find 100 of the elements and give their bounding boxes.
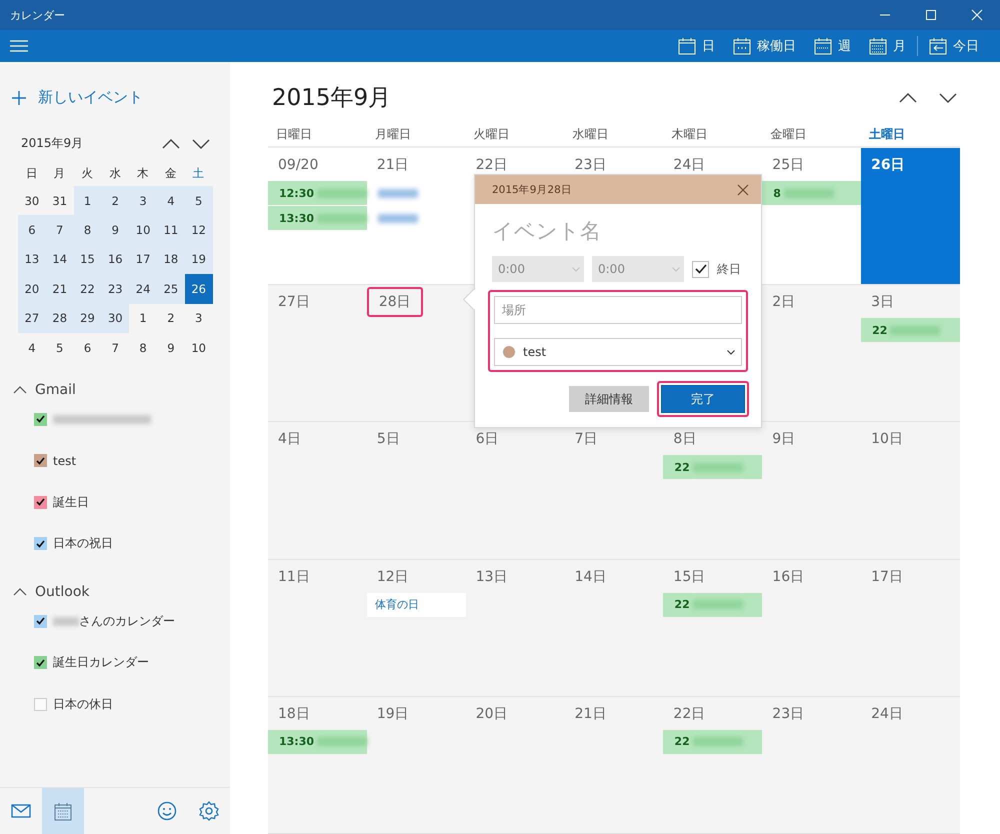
mini-calendar-day[interactable]: 22 [74,274,102,304]
day-number[interactable]: 5日 [368,428,409,450]
event-chip[interactable]: 22 [861,318,960,342]
event-chip[interactable]: 13:30 [268,206,367,230]
mini-calendar-day[interactable]: 26 [184,274,213,304]
day-number[interactable]: 24日 [862,702,912,725]
view-button[interactable]: 稼働日 [724,30,805,62]
mini-calendar-day[interactable]: 10 [129,215,157,245]
event-chip[interactable]: 22 [663,592,762,617]
day-number[interactable]: 3日 [862,291,904,314]
day-number[interactable]: 27日 [269,291,319,314]
mini-calendar-day[interactable]: 2 [156,304,185,333]
mini-calendar-day[interactable]: 7 [46,215,74,245]
day-number[interactable]: 19日 [368,702,418,725]
mini-calendar-day[interactable]: 2 [101,186,130,216]
mini-calendar-day[interactable]: 9 [156,332,185,362]
mini-calendar-day[interactable]: 12 [184,215,213,245]
highlighted-day-number[interactable]: 28日 [366,287,423,318]
day-number[interactable]: 23日 [566,154,616,176]
day-number[interactable]: 4日 [269,428,310,450]
day-number[interactable]: 09/20 [269,154,328,176]
all-day-checkbox[interactable] [692,260,709,278]
mini-calendar-day[interactable]: 30 [101,304,130,333]
account-header[interactable]: Outlook [13,584,90,600]
mini-calendar-day[interactable]: 11 [156,215,185,245]
mini-calendar-day[interactable]: 4 [156,186,185,216]
day-number[interactable]: 20日 [466,702,517,725]
day-number[interactable]: 21日 [368,154,418,176]
day-number[interactable]: 14日 [566,566,616,588]
day-number[interactable]: 22日 [466,154,517,176]
day-number[interactable]: 10日 [862,428,912,450]
mini-calendar-day[interactable]: 30 [18,186,46,216]
mini-calendar-day[interactable]: 20 [18,274,46,304]
event-chip[interactable]: 8 [762,181,862,205]
calendar-checkbox[interactable] [34,454,47,468]
calendar-dropdown[interactable]: test [494,338,742,366]
view-button[interactable]: 週 [805,30,860,62]
mini-calendar-day[interactable]: 3 [129,186,157,216]
calendar-nav-button[interactable] [42,788,84,834]
calendar-checkbox[interactable] [34,412,47,426]
mini-calendar-day[interactable]: 18 [156,244,185,274]
mini-calendar-day[interactable]: 19 [184,244,213,274]
view-button[interactable]: 日 [669,30,724,62]
event-chip[interactable]: 13:30 [268,730,367,754]
calendar-checkbox[interactable] [34,656,47,670]
day-number[interactable]: 16日 [763,566,814,588]
event-chip[interactable]: 22 [663,455,762,480]
view-button[interactable]: 月 [860,30,915,62]
mini-calendar-day[interactable]: 13 [18,244,46,274]
calendar-checkbox[interactable] [34,496,47,509]
day-number[interactable]: 11日 [269,566,319,588]
day-number[interactable]: 21日 [566,702,616,725]
mini-calendar-day[interactable]: 4 [18,332,46,362]
mini-calendar-day[interactable]: 3 [184,304,213,333]
new-event-button[interactable]: 新しいイベント [12,88,143,107]
mini-calendar-day[interactable]: 27 [18,304,46,333]
mini-calendar-day[interactable]: 21 [46,274,74,304]
day-number[interactable]: 23日 [763,702,814,725]
day-number[interactable]: 8日 [664,428,706,450]
mini-calendar-day[interactable]: 24 [129,274,157,304]
day-number[interactable]: 17日 [862,566,912,588]
mini-calendar-day[interactable]: 7 [101,332,130,362]
event-chip[interactable]: 12:30 [268,181,367,205]
day-number[interactable]: 7日 [566,428,606,450]
mini-calendar-day[interactable]: 29 [74,304,102,333]
day-number[interactable]: 15日 [664,566,714,588]
mini-calendar-day[interactable]: 6 [18,215,46,245]
today-cell[interactable]: 26日 [861,148,960,284]
event-chip[interactable]: 22 [663,730,762,754]
day-number[interactable]: 26日 [862,154,914,176]
maximize-icon[interactable] [925,9,937,21]
location-field[interactable]: 場所 [494,296,742,324]
day-number[interactable]: 12日 [368,566,418,588]
view-button[interactable]: 今日 [920,30,988,62]
day-number[interactable]: 9日 [763,428,804,450]
day-number[interactable]: 2日 [763,291,804,314]
mini-calendar-day[interactable]: 23 [101,274,130,304]
close-icon[interactable] [737,184,749,196]
mini-calendar-day[interactable]: 31 [46,186,74,216]
event-name-field[interactable]: イベント名 [492,214,732,248]
day-number[interactable]: 18日 [269,702,319,725]
day-number[interactable]: 6日 [466,428,508,450]
mini-calendar-day[interactable]: 10 [184,332,213,362]
day-number[interactable]: 13日 [466,566,517,588]
mini-calendar-day[interactable]: 1 [129,304,157,333]
mini-calendar-day[interactable]: 8 [74,215,102,245]
mini-calendar-day[interactable]: 6 [74,332,102,362]
mini-calendar-day[interactable]: 16 [101,244,130,274]
menu-icon[interactable] [10,40,28,52]
done-button[interactable]: 完了 [661,385,745,413]
calendar-checkbox[interactable] [34,614,47,628]
mini-calendar-day[interactable]: 9 [101,215,130,245]
day-number[interactable]: 22日 [664,702,714,725]
day-number[interactable]: 25日 [763,154,814,176]
calendar-checkbox[interactable] [34,537,47,550]
account-header[interactable]: Gmail [13,382,76,398]
details-button[interactable]: 詳細情報 [569,386,649,412]
mini-calendar-day[interactable]: 5 [46,332,74,362]
mini-calendar-day[interactable]: 25 [156,274,185,304]
calendar-checkbox[interactable] [34,698,47,711]
